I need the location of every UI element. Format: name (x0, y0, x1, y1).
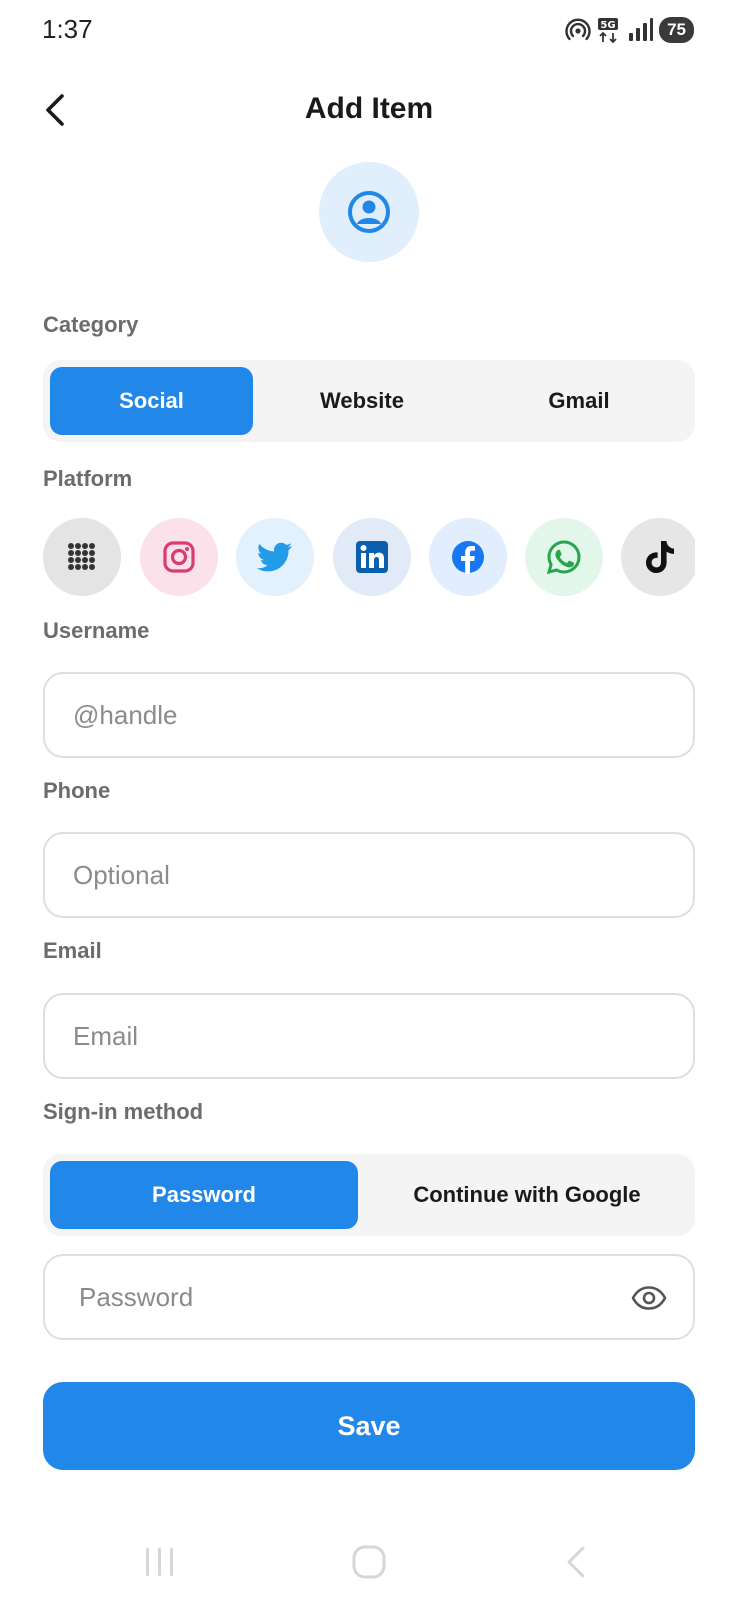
network-5g-icon: 5G (598, 18, 619, 44)
phone-label: Phone (43, 778, 111, 803)
password-field (43, 1254, 695, 1340)
sign-in-method-segmented-control: Password Continue with Google (43, 1154, 695, 1236)
email-label: Email (43, 938, 102, 963)
sign-in-option-google[interactable]: Continue with Google (365, 1161, 689, 1229)
platform-list (43, 518, 695, 598)
platform-linkedin-button[interactable] (333, 518, 411, 596)
user-circle-icon (348, 191, 390, 233)
chevron-left-icon (567, 1546, 585, 1578)
category-label: Category (43, 312, 139, 337)
home-icon (352, 1545, 386, 1579)
platform-more-button[interactable] (43, 518, 121, 596)
category-segmented-control: Social Website Gmail (43, 360, 695, 442)
avatar[interactable] (319, 162, 419, 262)
category-option-social[interactable]: Social (50, 367, 253, 435)
system-navigation-bar (0, 1530, 738, 1590)
save-button[interactable]: Save (43, 1382, 695, 1470)
battery-level: 75 (667, 20, 686, 39)
sign-in-method-label: Sign-in method (43, 1099, 204, 1124)
username-input[interactable] (43, 672, 695, 758)
facebook-icon (452, 541, 484, 574)
linkedin-icon (356, 541, 388, 573)
recent-apps-button[interactable] (130, 1542, 190, 1582)
recent-apps-icon (146, 1548, 173, 1576)
eye-icon (631, 1286, 667, 1310)
hotspot-icon (565, 18, 591, 41)
home-button[interactable] (339, 1542, 399, 1582)
status-icons: 5G 75 (565, 16, 699, 44)
platform-tiktok-button[interactable] (621, 518, 695, 596)
platform-instagram-button[interactable] (140, 518, 218, 596)
tiktok-icon (646, 541, 674, 573)
grid-icon (68, 543, 95, 570)
whatsapp-icon (546, 540, 581, 575)
toggle-password-visibility-button[interactable] (627, 1276, 671, 1320)
platform-whatsapp-button[interactable] (525, 518, 603, 596)
email-input[interactable] (43, 993, 695, 1079)
platform-facebook-button[interactable] (429, 518, 507, 596)
signal-icon (629, 18, 654, 41)
platform-twitter-button[interactable] (236, 518, 314, 596)
battery-indicator: 75 (659, 17, 699, 43)
system-back-button[interactable] (546, 1542, 606, 1582)
network-label: 5G (600, 20, 615, 31)
status-time: 1:37 (42, 14, 93, 44)
status-bar: 1:37 5G 75 (0, 0, 738, 60)
username-label: Username (43, 618, 150, 643)
password-input[interactable] (45, 1256, 605, 1338)
phone-input[interactable] (43, 832, 695, 918)
platform-label: Platform (43, 466, 133, 491)
page-title: Add Item (304, 92, 434, 125)
twitter-icon (257, 542, 292, 572)
category-option-gmail[interactable]: Gmail (471, 367, 687, 435)
header: Add Item (0, 80, 738, 140)
sign-in-option-password[interactable]: Password (50, 1161, 358, 1229)
instagram-icon (163, 541, 195, 573)
category-option-website[interactable]: Website (259, 367, 465, 435)
